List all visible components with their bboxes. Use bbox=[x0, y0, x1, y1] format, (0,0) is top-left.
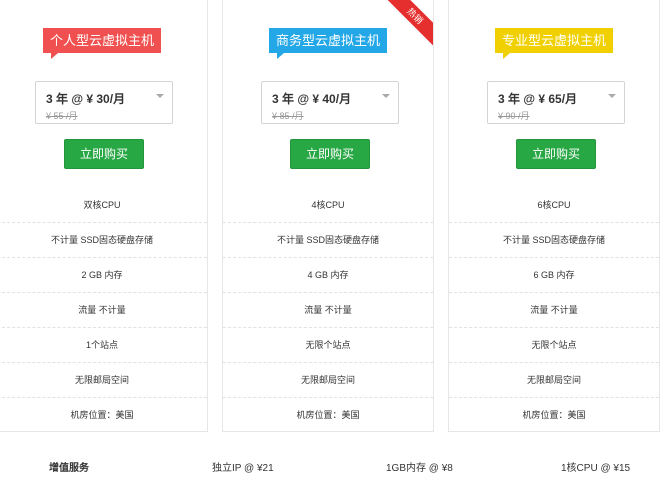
feature-memory: 4 GB 内存 bbox=[223, 258, 433, 293]
feature-traffic: 流量 不计量 bbox=[449, 293, 659, 328]
feature-location: 机房位置：美国 bbox=[70, 410, 134, 420]
feature-sites: 无限个站点 bbox=[223, 328, 433, 363]
addon-dedicated-ip: 独立IP @ ¥21 bbox=[212, 463, 274, 474]
feature-cpu: 4核CPU bbox=[223, 188, 433, 223]
plan-name-tag: 商务型云虚拟主机 bbox=[268, 28, 388, 59]
feature-memory: 2 GB 内存 bbox=[0, 258, 207, 293]
feature-storage: 不计量 SSD固态硬盘存储 bbox=[0, 223, 207, 258]
plan-name-tag: 专业型云虚拟主机 bbox=[494, 28, 614, 59]
term-price: 3 年 @ ¥ 40/月 bbox=[272, 92, 352, 106]
plan-name-tag: 个人型云虚拟主机 bbox=[42, 28, 162, 59]
plan-card-pro: 专业型云虚拟主机 3 年 @ ¥ 65/月 ¥ 90 /月 立即购买 6核CPU… bbox=[448, 0, 660, 432]
chevron-down-icon bbox=[382, 94, 390, 98]
feature-list: 6核CPU 不计量 SSD固态硬盘存储 6 GB 内存 流量 不计量 无限个站点… bbox=[449, 188, 659, 431]
feature-location: 机房位置：美国 bbox=[522, 410, 586, 420]
addon-cpu: 1核CPU @ ¥15 bbox=[561, 463, 631, 474]
feature-list: 4核CPU 不计量 SSD固态硬盘存储 4 GB 内存 流量 不计量 无限个站点… bbox=[223, 188, 433, 431]
feature-mail: 无限邮局空间 bbox=[0, 363, 207, 398]
feature-sites: 1个站点 bbox=[0, 328, 207, 363]
feature-storage: 不计量 SSD固态硬盘存储 bbox=[449, 223, 659, 258]
buy-now-button[interactable]: 立即购买 bbox=[64, 139, 144, 169]
feature-mail: 无限邮局空间 bbox=[223, 363, 433, 398]
feature-mail: 无限邮局空间 bbox=[449, 363, 659, 398]
addon-services-label: 增值服务 bbox=[49, 463, 89, 474]
term-select[interactable]: 3 年 @ ¥ 65/月 ¥ 90 /月 bbox=[487, 81, 625, 124]
original-price: ¥ 55 /月 bbox=[46, 111, 78, 121]
term-price: 3 年 @ ¥ 30/月 bbox=[46, 92, 126, 106]
feature-cpu: 双核CPU bbox=[0, 188, 207, 223]
plan-card-business: 热销 商务型云虚拟主机 3 年 @ ¥ 40/月 ¥ 85 /月 立即购买 4核… bbox=[222, 0, 434, 432]
term-select[interactable]: 3 年 @ ¥ 30/月 ¥ 55 /月 bbox=[35, 81, 173, 124]
feature-memory: 6 GB 内存 bbox=[449, 258, 659, 293]
addon-memory: 1GB内存 @ ¥8 bbox=[386, 463, 453, 474]
feature-sites: 无限个站点 bbox=[449, 328, 659, 363]
feature-storage: 不计量 SSD固态硬盘存储 bbox=[223, 223, 433, 258]
feature-location: 机房位置：美国 bbox=[296, 410, 360, 420]
feature-cpu: 6核CPU bbox=[449, 188, 659, 223]
term-select[interactable]: 3 年 @ ¥ 40/月 ¥ 85 /月 bbox=[261, 81, 399, 124]
chevron-down-icon bbox=[608, 94, 616, 98]
feature-traffic: 流量 不计量 bbox=[0, 293, 207, 328]
feature-traffic: 流量 不计量 bbox=[223, 293, 433, 328]
feature-list: 双核CPU 不计量 SSD固态硬盘存储 2 GB 内存 流量 不计量 1个站点 … bbox=[0, 188, 207, 431]
original-price: ¥ 85 /月 bbox=[272, 111, 304, 121]
original-price: ¥ 90 /月 bbox=[498, 111, 530, 121]
chevron-down-icon bbox=[156, 94, 164, 98]
addon-services: 增值服务 独立IP @ ¥21 1GB内存 @ ¥8 1核CPU @ ¥15 bbox=[0, 450, 661, 479]
buy-now-button[interactable]: 立即购买 bbox=[290, 139, 370, 169]
term-price: 3 年 @ ¥ 65/月 bbox=[498, 92, 578, 106]
buy-now-button[interactable]: 立即购买 bbox=[516, 139, 596, 169]
plan-card-personal: 个人型云虚拟主机 3 年 @ ¥ 30/月 ¥ 55 /月 立即购买 双核CPU… bbox=[0, 0, 208, 432]
hot-badge: 热销 bbox=[381, 0, 433, 50]
